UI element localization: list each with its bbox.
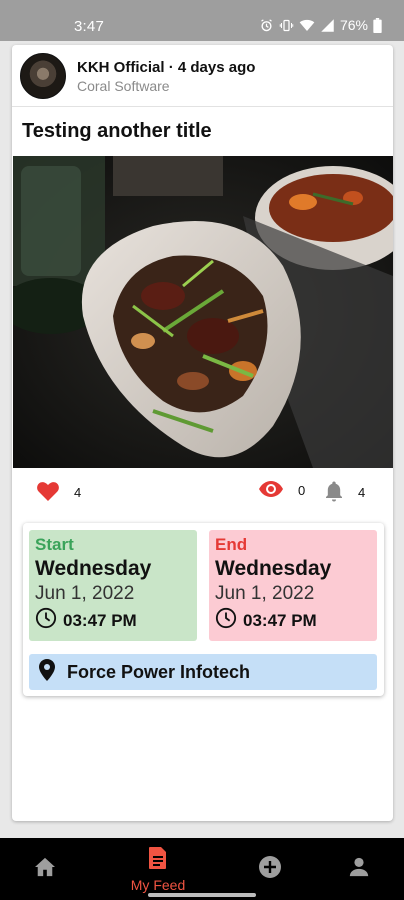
battery-percent: 76% bbox=[339, 17, 368, 33]
nav-add[interactable] bbox=[255, 838, 285, 900]
nav-my-feed-label: My Feed bbox=[130, 876, 186, 893]
location-pin-icon bbox=[39, 658, 55, 686]
end-time: 03:47 PM bbox=[243, 610, 317, 630]
views-stat: 0 bbox=[258, 480, 305, 501]
end-panel: End Wednesday Jun 1, 2022 03:47 PM bbox=[209, 530, 377, 641]
separator: · bbox=[168, 59, 174, 76]
add-circle-icon[interactable] bbox=[258, 855, 282, 884]
feed-icon[interactable] bbox=[147, 846, 169, 875]
notifications-stat[interactable]: 4 bbox=[324, 480, 365, 505]
wifi-icon bbox=[299, 18, 315, 32]
post-time: 4 days ago bbox=[177, 59, 256, 76]
clock-icon bbox=[215, 607, 237, 634]
home-icon[interactable] bbox=[34, 857, 56, 882]
post-stats: 4 0 4 bbox=[12, 480, 393, 510]
eye-icon bbox=[258, 480, 284, 501]
status-icons: 76% bbox=[259, 17, 382, 33]
start-panel: Start Wednesday Jun 1, 2022 03:47 PM bbox=[29, 530, 197, 641]
author-name[interactable]: KKH Official bbox=[77, 59, 165, 76]
post-card[interactable]: KKH Official · 4 days ago Coral Software… bbox=[12, 45, 393, 821]
start-date: Jun 1, 2022 bbox=[35, 583, 135, 604]
start-time-row: 03:47 PM bbox=[35, 607, 191, 634]
home-indicator bbox=[148, 893, 256, 897]
author-line: KKH Official · 4 days ago bbox=[77, 59, 255, 76]
nav-profile[interactable] bbox=[344, 838, 374, 900]
clock-icon bbox=[35, 607, 57, 634]
likes-stat[interactable]: 4 bbox=[36, 480, 81, 505]
end-date: Jun 1, 2022 bbox=[215, 583, 315, 604]
post-title: Testing another title bbox=[22, 120, 212, 142]
post-image[interactable] bbox=[13, 156, 393, 468]
nav-home[interactable] bbox=[27, 838, 63, 900]
battery-icon bbox=[373, 17, 382, 33]
bottom-nav: My Feed bbox=[0, 838, 404, 900]
vibrate-icon bbox=[279, 18, 294, 33]
location-row[interactable]: Force Power Infotech bbox=[29, 654, 377, 690]
signal-icon bbox=[320, 18, 335, 33]
notifications-count: 4 bbox=[358, 485, 366, 500]
post-header: KKH Official · 4 days ago Coral Software bbox=[12, 45, 393, 107]
end-label: End bbox=[215, 535, 248, 554]
views-count: 0 bbox=[298, 483, 306, 498]
avatar[interactable] bbox=[20, 53, 66, 99]
start-label: Start bbox=[35, 535, 74, 554]
heart-icon[interactable] bbox=[36, 480, 60, 505]
likes-count: 4 bbox=[74, 485, 82, 500]
event-details: Start Wednesday Jun 1, 2022 03:47 PM End… bbox=[23, 523, 384, 696]
start-day: Wednesday bbox=[35, 557, 152, 580]
status-time: 3:47 bbox=[74, 18, 104, 35]
location-name: Force Power Infotech bbox=[67, 661, 251, 682]
nav-my-feed[interactable]: My Feed bbox=[120, 838, 196, 900]
status-bar: 3:47 76% bbox=[0, 0, 404, 41]
end-day: Wednesday bbox=[215, 557, 332, 580]
start-time: 03:47 PM bbox=[63, 610, 137, 630]
bell-icon[interactable] bbox=[324, 480, 344, 505]
organization-name: Coral Software bbox=[77, 78, 170, 94]
profile-icon[interactable] bbox=[348, 856, 370, 883]
alarm-icon bbox=[259, 18, 274, 33]
end-time-row: 03:47 PM bbox=[215, 607, 371, 634]
